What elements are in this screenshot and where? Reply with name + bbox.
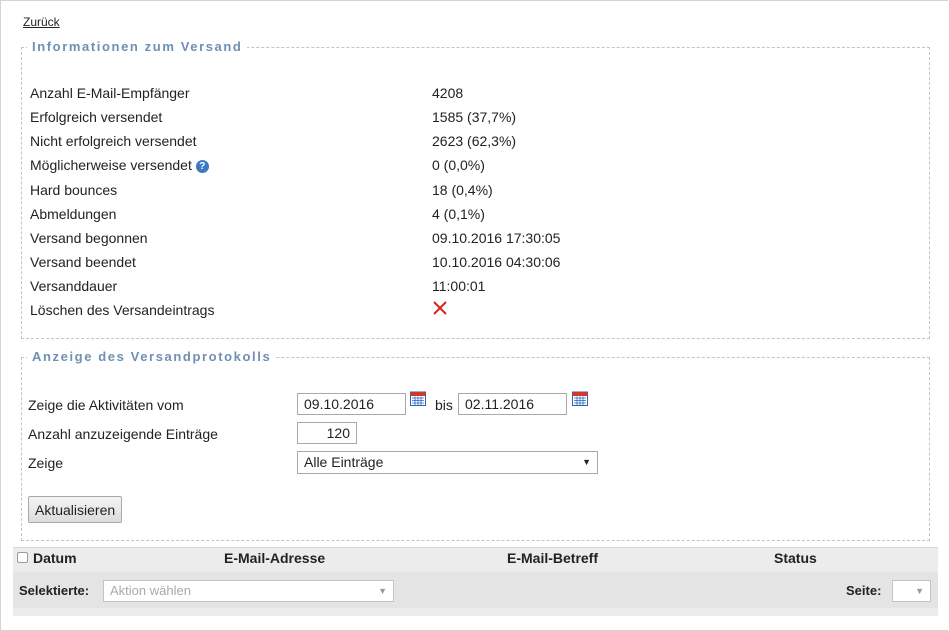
calendar-icon[interactable] — [572, 391, 588, 406]
bis-label: bis — [435, 397, 453, 413]
info-value-possibly: 0 (0,0%) — [432, 157, 485, 173]
info-label-ended: Versand beendet — [30, 254, 136, 270]
count-label: Anzahl anzuzeigende Einträge — [28, 426, 218, 442]
info-section: Informationen zum Versand Anzahl E-Mail-… — [21, 39, 930, 339]
column-header-status[interactable]: Status — [774, 548, 817, 568]
calendar-icon[interactable] — [410, 391, 426, 406]
from-date-label: Zeige die Aktivitäten vom — [28, 397, 184, 413]
back-link[interactable]: Zurück — [23, 15, 60, 29]
info-label-possibly: Möglicherweise versendet — [30, 157, 192, 173]
info-value-hard-bounces: 18 (0,4%) — [432, 182, 493, 198]
action-select-placeholder: Aktion wählen — [110, 583, 191, 598]
column-header-date[interactable]: Datum — [33, 548, 77, 568]
from-date-input[interactable] — [297, 393, 406, 415]
info-value-unsubscribes: 4 (0,1%) — [432, 206, 485, 222]
table-footer: Selektierte: Aktion wählen ▼ Seite: ▼ — [13, 572, 938, 608]
selected-label: Selektierte: — [19, 583, 90, 598]
log-table: Datum E-Mail-Adresse E-Mail-Betreff Stat… — [13, 547, 938, 616]
info-label-duration: Versanddauer — [30, 278, 118, 294]
info-label-delete: Löschen des Versandeintrags — [30, 302, 215, 318]
action-select[interactable]: Aktion wählen ▼ — [103, 580, 394, 602]
page-label: Seite: — [846, 583, 882, 598]
chevron-down-icon: ▼ — [378, 586, 387, 596]
info-value-started: 09.10.2016 17:30:05 — [432, 230, 561, 246]
column-header-email[interactable]: E-Mail-Adresse — [224, 548, 325, 568]
to-date-input[interactable] — [458, 393, 567, 415]
info-label-unsubscribes: Abmeldungen — [30, 206, 117, 222]
chevron-down-icon: ▼ — [915, 586, 924, 596]
count-input[interactable] — [297, 422, 357, 444]
info-label-started: Versand begonnen — [30, 230, 148, 246]
protocol-legend: Anzeige des Versandprotokolls — [27, 349, 277, 364]
show-select-value: Alle Einträge — [304, 454, 384, 470]
info-value-recipients: 4208 — [432, 85, 464, 101]
refresh-button[interactable]: Aktualisieren — [28, 496, 123, 523]
show-select[interactable]: Alle Einträge ▼ — [297, 451, 598, 474]
info-row-possibly: Möglicherweise versendet? — [30, 155, 209, 175]
select-all-checkbox[interactable] — [17, 552, 28, 563]
info-value-success: 1585 (37,7%) — [432, 109, 517, 125]
delete-x-icon[interactable] — [432, 300, 448, 316]
info-label-success: Erfolgreich versendet — [30, 109, 163, 125]
protocol-section: Anzeige des Versandprotokolls Zeige die … — [21, 349, 930, 541]
info-value-duration: 11:00:01 — [432, 278, 486, 294]
info-value-ended: 10.10.2016 04:30:06 — [432, 254, 561, 270]
info-label-failed: Nicht erfolgreich versendet — [30, 133, 197, 149]
info-legend: Informationen zum Versand — [27, 39, 248, 54]
help-icon[interactable]: ? — [195, 159, 209, 173]
page-select[interactable]: ▼ — [892, 580, 931, 602]
info-label-hard-bounces: Hard bounces — [30, 182, 118, 198]
column-header-subject[interactable]: E-Mail-Betreff — [507, 548, 598, 568]
show-label: Zeige — [28, 455, 64, 471]
chevron-down-icon: ▼ — [582, 457, 591, 467]
info-value-failed: 2623 (62,3%) — [432, 133, 517, 149]
info-label-recipients: Anzahl E-Mail-Empfänger — [30, 85, 190, 101]
